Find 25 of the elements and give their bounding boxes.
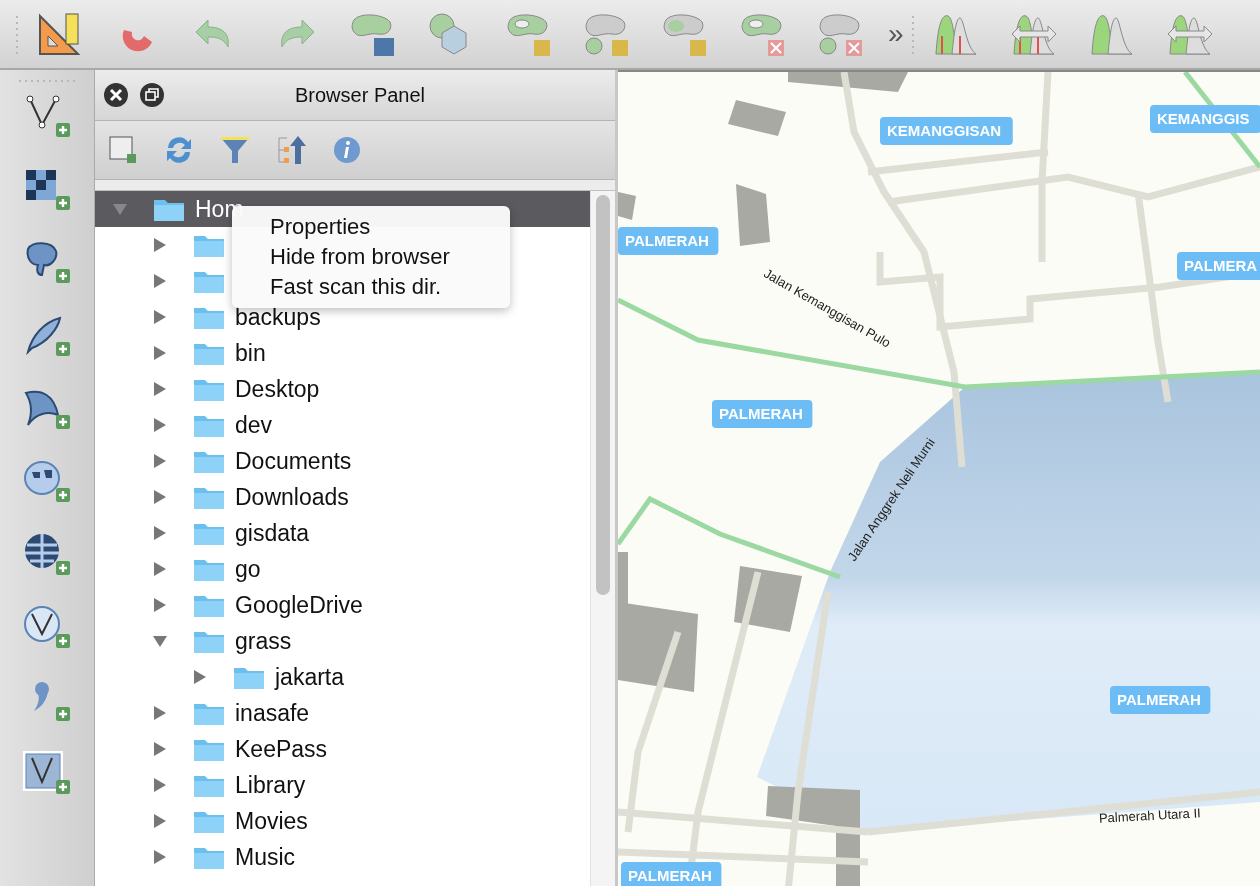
place-label: KEMANGGISAN xyxy=(880,117,1013,145)
place-label: PALMERAH xyxy=(1110,686,1211,714)
folder-name: GoogleDrive xyxy=(235,591,363,619)
folder-name: Library xyxy=(235,771,306,799)
folder-name: jakarta xyxy=(275,663,345,691)
panel-title: Browser Panel xyxy=(293,83,427,107)
folder-name: Movies xyxy=(235,807,308,835)
folder-name: Downloads xyxy=(235,483,349,511)
folder-name: backups xyxy=(235,303,321,331)
place-label: PALMERAH xyxy=(621,862,722,886)
folder-name: inasafe xyxy=(235,699,310,727)
folder-name: Desktop xyxy=(235,375,320,403)
folder-name: grass xyxy=(235,627,292,655)
street-label: Palmerah Utara II xyxy=(1098,805,1201,826)
folder-name: bin xyxy=(235,339,266,367)
place-label: PALMERAH xyxy=(618,227,719,255)
folder-name: KeePass xyxy=(235,735,328,763)
folder-name: Music xyxy=(235,843,296,871)
folder-name: Documents xyxy=(235,447,352,475)
place-label: PALMERA xyxy=(1177,252,1260,280)
place-label: KEMANGGIS xyxy=(1150,105,1260,133)
place-label: PALMERAH xyxy=(712,400,813,428)
folder-name: go xyxy=(235,555,261,583)
folder-name: dev xyxy=(235,411,273,439)
folder-name: gisdata xyxy=(235,519,310,547)
